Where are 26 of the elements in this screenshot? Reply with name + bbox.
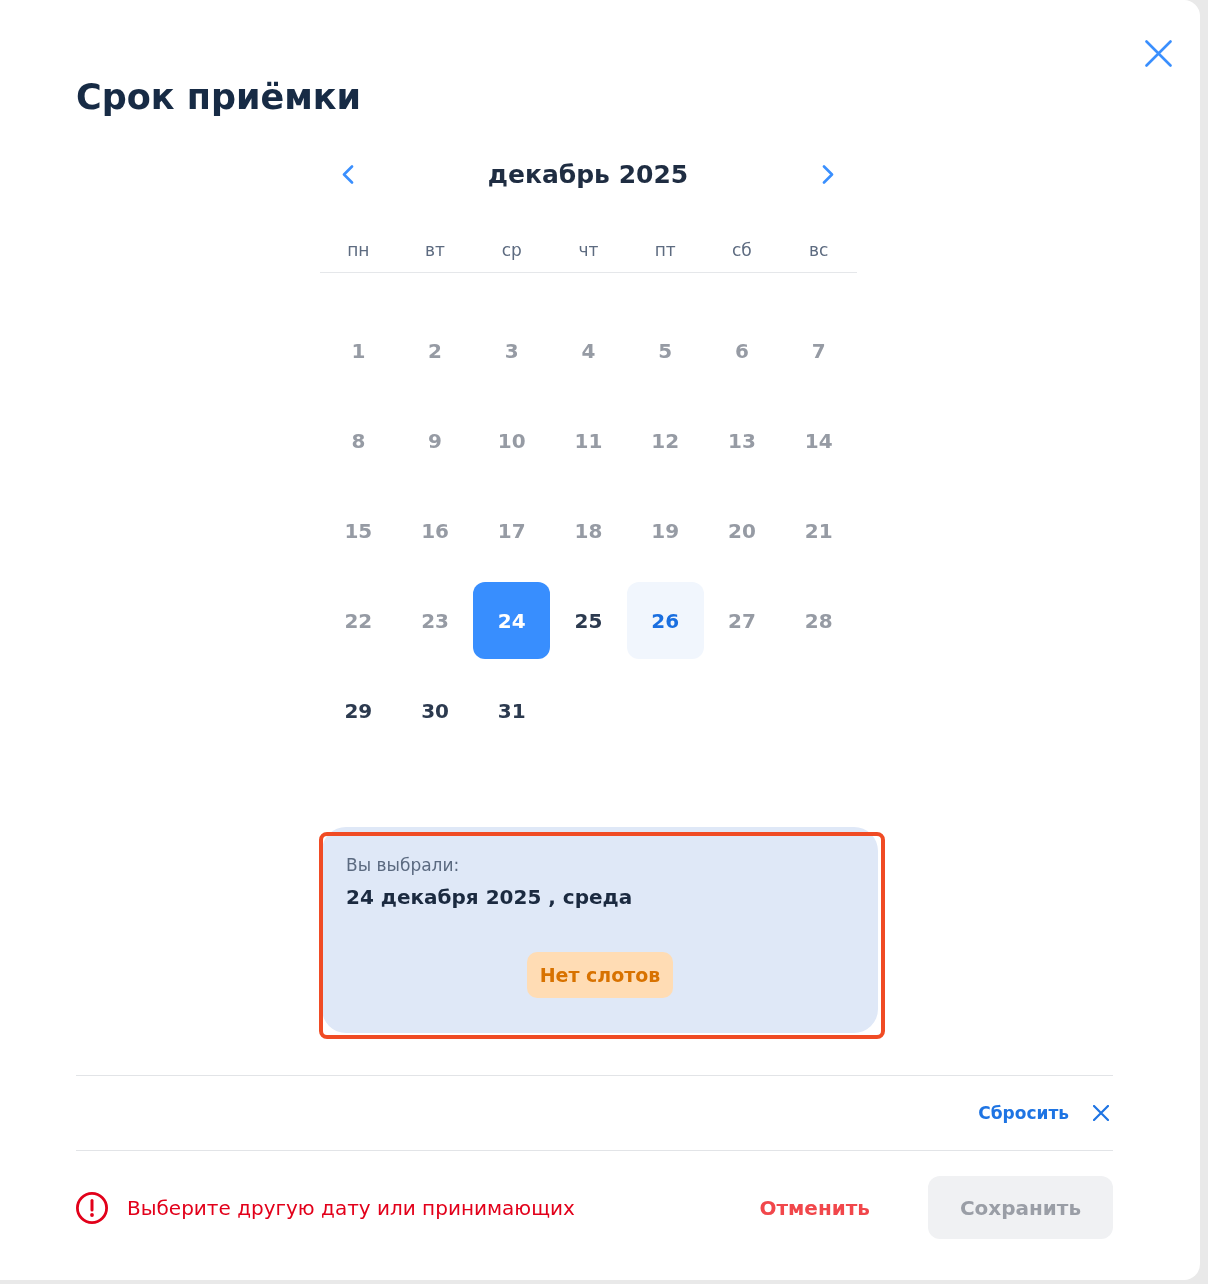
calendar-day[interactable]: 25 xyxy=(550,582,627,659)
weekday-label: вс xyxy=(808,240,829,260)
weekday-label: пт xyxy=(654,240,676,260)
status-badge: Нет слотов xyxy=(526,952,674,998)
calendar-day[interactable]: 24 xyxy=(473,582,551,659)
calendar-day[interactable]: 31 xyxy=(473,672,551,749)
weekday-label: сб xyxy=(732,240,752,260)
clear-icon[interactable] xyxy=(1093,1105,1109,1121)
weekday-label: пн xyxy=(347,240,370,260)
summary-caption: Вы выбрали: xyxy=(346,854,460,877)
selected-date: 24 декабря 2025 , среда xyxy=(346,884,633,911)
error-icon xyxy=(76,1191,108,1224)
weekday-label: ср xyxy=(501,240,522,260)
month-title: декабрь 2025 xyxy=(487,159,689,189)
calendar-day[interactable]: 30 xyxy=(396,672,474,749)
weekday-label: чт xyxy=(578,240,599,260)
previous-month-icon[interactable] xyxy=(342,164,354,184)
error-message: Выберите другую дату или принимающих xyxy=(127,1195,575,1220)
reset-link[interactable]: Сбросить xyxy=(978,1103,1069,1123)
weekday-label: вт xyxy=(425,240,445,260)
dialog-title: Срок приёмки xyxy=(76,76,362,119)
cancel-button[interactable]: Отменить xyxy=(759,1195,870,1220)
calendar-day[interactable]: 29 xyxy=(320,672,397,749)
close-icon[interactable] xyxy=(1145,40,1172,67)
next-month-icon[interactable] xyxy=(822,164,834,184)
calendar-day[interactable]: 26 xyxy=(626,582,704,659)
